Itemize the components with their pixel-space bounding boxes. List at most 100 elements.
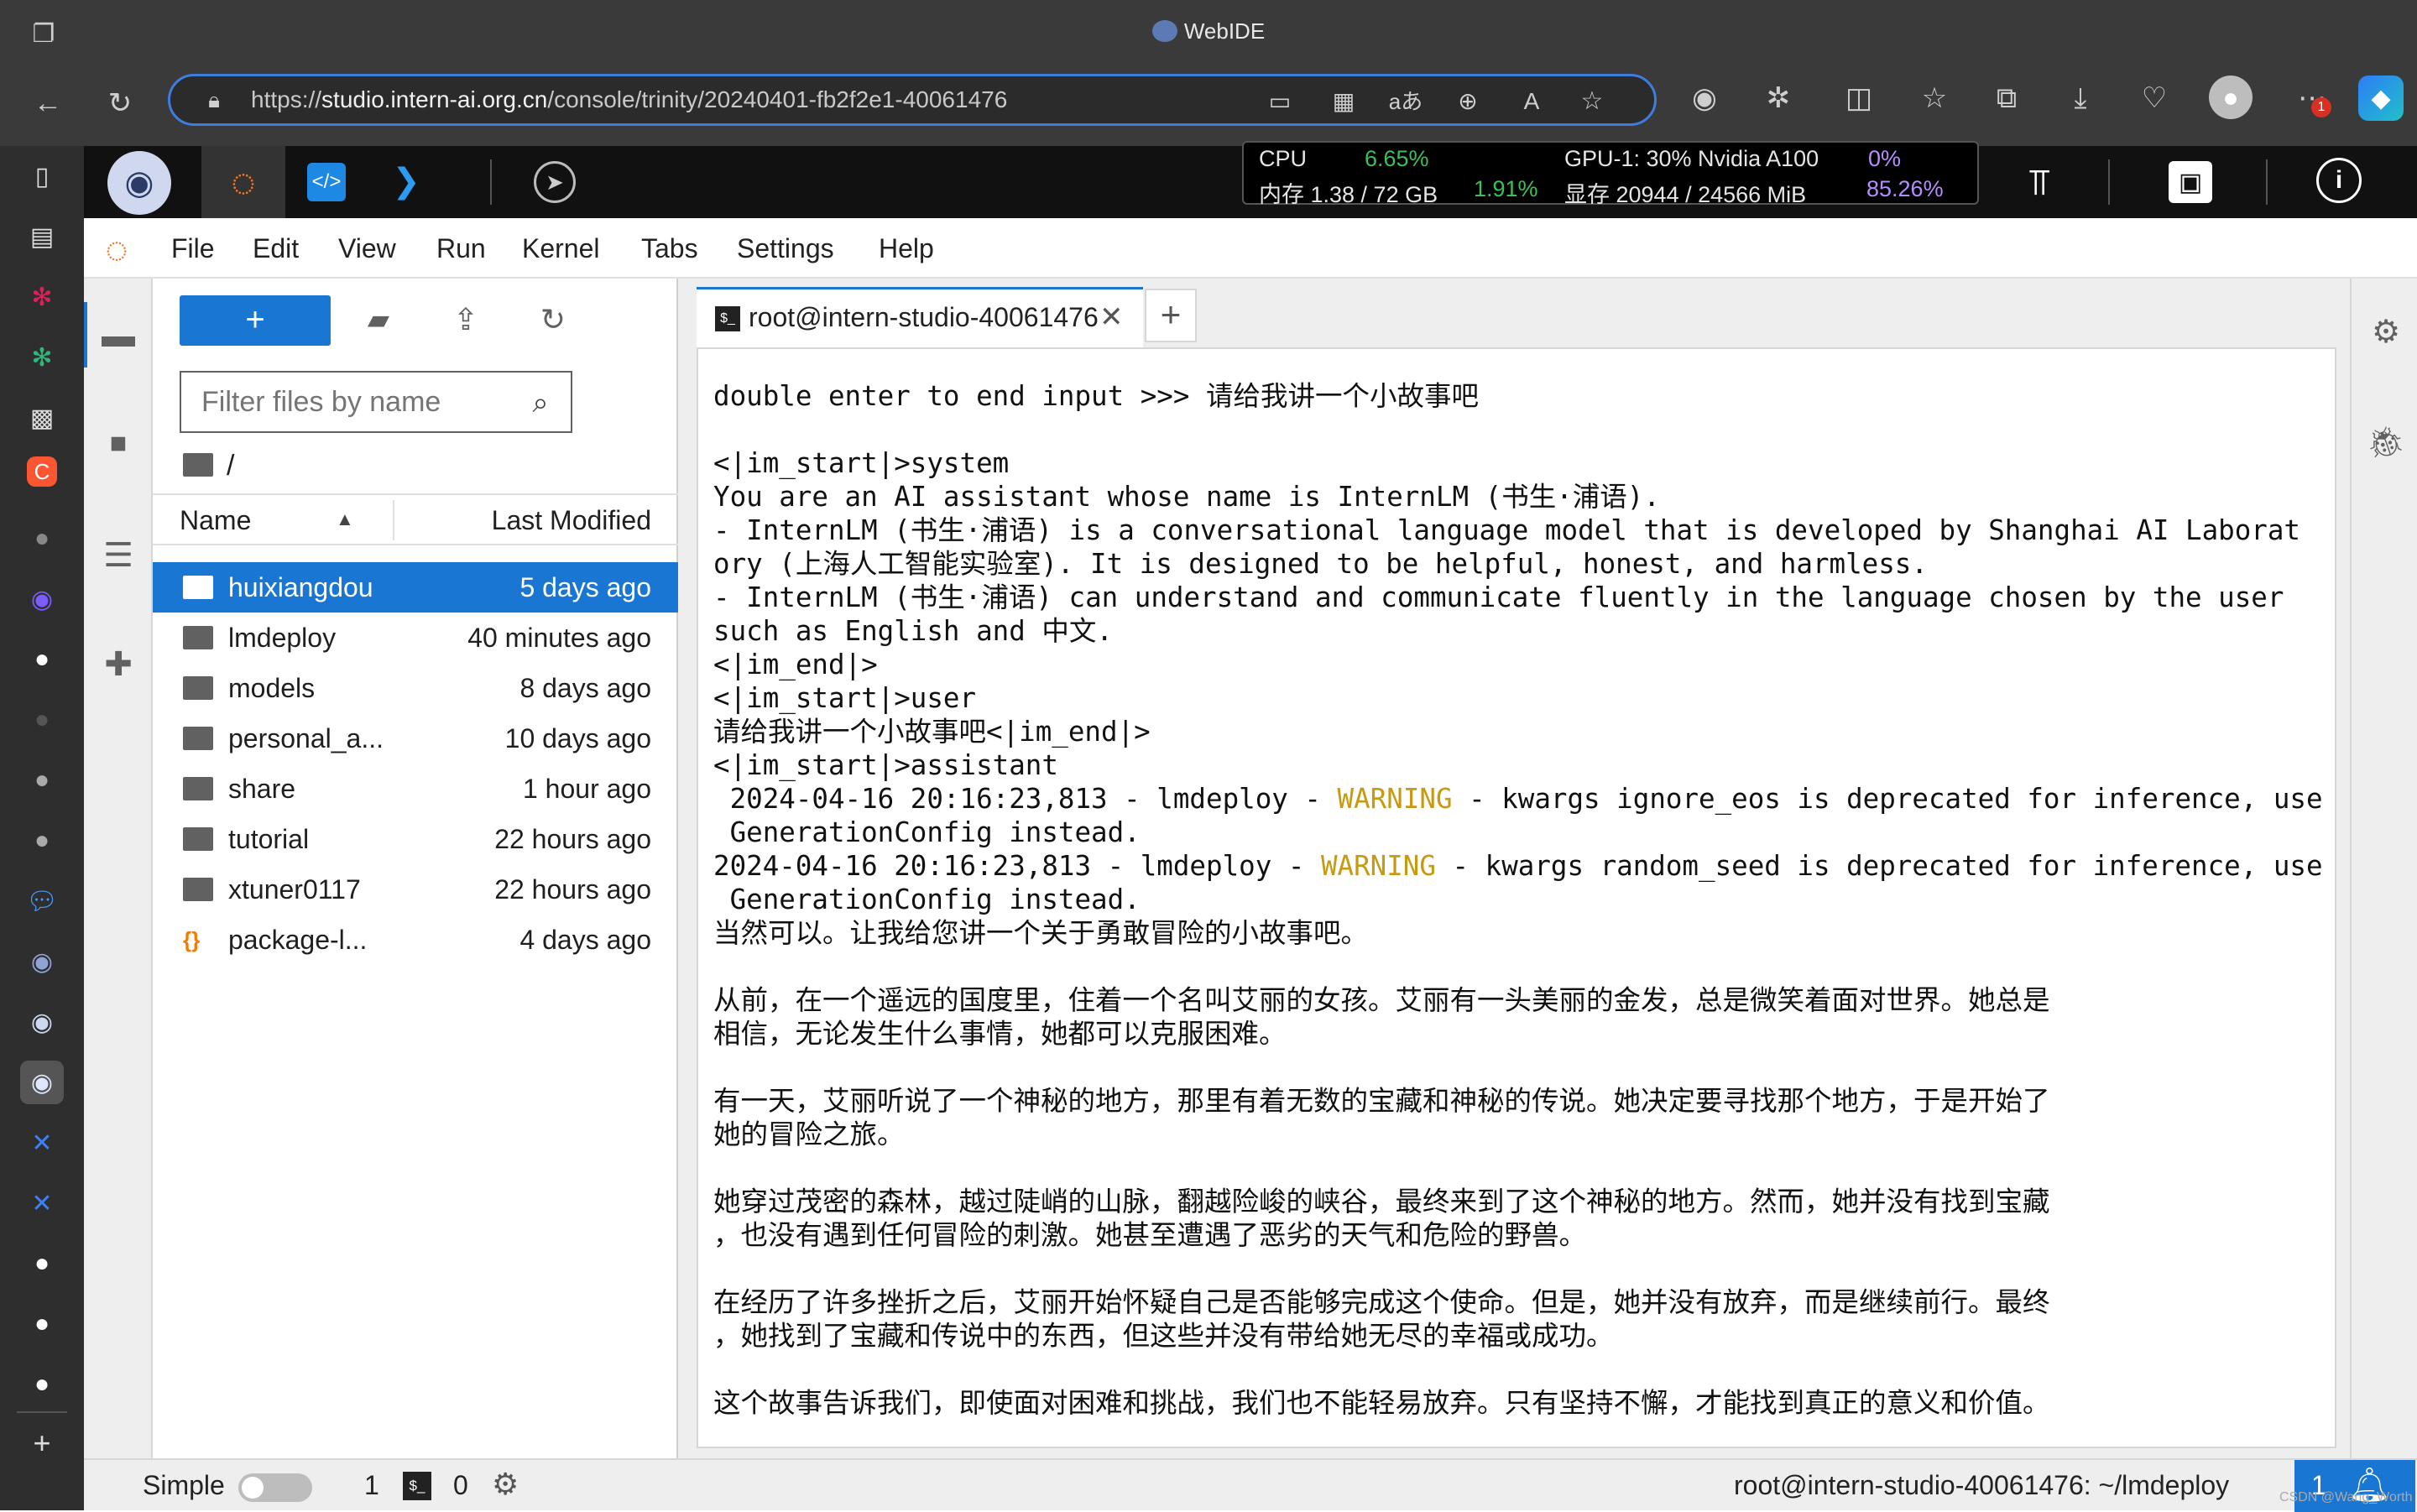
sort-ascending-icon[interactable]: ▲ xyxy=(336,508,354,530)
column-name-header[interactable]: Name xyxy=(180,505,251,536)
back-icon[interactable]: ← xyxy=(25,81,70,126)
collections-icon[interactable]: ⧉ xyxy=(1986,77,2028,119)
profile-avatar-icon[interactable]: ● xyxy=(2209,76,2253,119)
menu-file[interactable]: File xyxy=(171,233,215,264)
window-titlebar: ❐ WebIDE xyxy=(0,0,2417,67)
terminal-tab[interactable]: $_ root@intern-studio-40061476 ✕ xyxy=(697,287,1143,347)
terminal-count[interactable]: 0 xyxy=(453,1470,468,1501)
github-icon[interactable]: ● xyxy=(20,1302,64,1346)
github-icon[interactable]: ● xyxy=(20,638,64,681)
app-available-icon[interactable]: ▭ xyxy=(1261,83,1298,120)
file-list-item[interactable]: models 8 days ago xyxy=(153,663,678,713)
favorite-star-icon[interactable]: ☆ xyxy=(1574,83,1610,120)
reload-icon[interactable]: ↻ xyxy=(97,81,143,126)
file-list-item[interactable]: tutorial 22 hours ago xyxy=(153,814,678,864)
intern-logo-icon[interactable]: ◉ xyxy=(107,151,171,215)
zoom-icon[interactable]: ⊕ xyxy=(1449,83,1486,120)
listing-header: Name ▲ Last Modified xyxy=(153,493,678,545)
menu-tabs[interactable]: Tabs xyxy=(641,233,698,264)
github-icon[interactable]: ● xyxy=(20,698,64,742)
translate-icon[interactable]: aあ xyxy=(1387,83,1424,120)
right-activity-bar: ⚙ 🐞︎ xyxy=(2350,279,2417,1458)
kernel-count[interactable]: 1 xyxy=(364,1470,379,1501)
copilot-icon[interactable]: ◆ xyxy=(2358,76,2404,121)
file-browser-folder-icon[interactable]: ▬ xyxy=(84,305,153,366)
c-app-icon[interactable]: C xyxy=(27,456,57,487)
upload-icon[interactable]: ⇪ xyxy=(445,299,487,341)
terminal-line: ，也没有遇到任何冒险的刺激。她甚至遭遇了恶劣的天气和危险的野兽。 xyxy=(713,1219,1587,1251)
file-list-item[interactable]: {} package-l... 4 days ago xyxy=(153,915,678,965)
browser-essentials-icon[interactable]: ♡ xyxy=(2133,77,2175,119)
slack-icon[interactable]: ✻ xyxy=(20,275,64,319)
root-folder-icon[interactable] xyxy=(183,453,213,477)
search-icon: ⌕ xyxy=(532,386,549,419)
vscode-icon[interactable]: ❯ xyxy=(386,161,426,201)
file-list-item[interactable]: personal_a... 10 days ago xyxy=(153,713,678,764)
menu-edit[interactable]: Edit xyxy=(253,233,299,264)
info-icon[interactable]: i xyxy=(2316,158,2362,203)
table-of-contents-icon[interactable]: ☰ xyxy=(84,525,153,586)
qr-code-icon[interactable]: ▦ xyxy=(1325,83,1362,120)
debugger-bug-icon[interactable]: 🐞︎ xyxy=(2365,421,2407,463)
github-icon[interactable]: ● xyxy=(20,759,64,802)
discord-icon[interactable]: ◉ xyxy=(20,577,64,621)
column-divider[interactable] xyxy=(393,500,394,540)
add-tab-button[interactable]: + xyxy=(1145,289,1197,342)
github-icon[interactable]: ● xyxy=(20,1363,64,1406)
code-app-icon[interactable]: </> xyxy=(307,163,346,201)
new-launcher-button[interactable]: + xyxy=(180,295,331,346)
column-modified-header[interactable]: Last Modified xyxy=(492,505,651,536)
file-list-item[interactable]: lmdeploy 40 minutes ago xyxy=(153,613,678,663)
address-bar[interactable]: 🔒︎ https://studio.intern-ai.org.cn/conso… xyxy=(168,74,1657,126)
github-icon[interactable]: ● xyxy=(20,517,64,560)
intern-app-icon[interactable]: ◉ xyxy=(20,1000,64,1044)
warning-label: WARNING xyxy=(1337,783,1453,815)
file-name: huixiangdou xyxy=(228,572,373,602)
monitor-icon[interactable]: ▣ xyxy=(2169,161,2212,203)
github-icon[interactable]: ● xyxy=(20,819,64,863)
extension-avatar-icon[interactable]: ◉ xyxy=(1684,77,1725,119)
split-screen-icon[interactable]: ◫ xyxy=(1838,77,1880,119)
file-list-item[interactable]: xtuner0117 22 hours ago xyxy=(153,864,678,915)
compass-icon[interactable]: ➤ xyxy=(534,161,576,203)
file-list-item[interactable]: huixiangdou 5 days ago xyxy=(153,562,678,613)
close-tab-icon[interactable]: ✕ xyxy=(1099,289,1124,345)
terminal-path-status: root@intern-studio-40061476: ~/lmdeploy xyxy=(1734,1470,2230,1500)
menu-help[interactable]: Help xyxy=(879,233,934,264)
menu-settings[interactable]: Settings xyxy=(737,233,834,264)
extension-manager-icon[interactable]: ✚ xyxy=(84,634,153,695)
refresh-icon[interactable]: ↻ xyxy=(532,299,574,341)
extensions-icon[interactable]: ✲ xyxy=(1757,77,1799,119)
simple-mode-toggle[interactable] xyxy=(238,1473,312,1502)
downloads-icon[interactable]: ⤓ xyxy=(2059,77,2101,119)
running-kernels-icon[interactable]: ⏹ xyxy=(84,413,153,473)
intern-app-active-icon[interactable]: ◉ xyxy=(20,1061,64,1104)
tab-list-icon[interactable]: ▯ xyxy=(20,154,64,198)
x-app-icon[interactable]: ✕ xyxy=(20,1121,64,1165)
folder-icon xyxy=(183,878,213,901)
slack-icon[interactable]: ✻ xyxy=(20,336,64,379)
file-list-item[interactable]: share 1 hour ago xyxy=(153,764,678,814)
x-app-icon[interactable]: ✕ xyxy=(20,1181,64,1225)
file-name: xtuner0117 xyxy=(228,874,361,905)
menu-kernel[interactable]: Kernel xyxy=(522,233,600,264)
terminal-panel[interactable]: double enter to end input >>> 请给我讲一个小故事吧… xyxy=(697,347,2336,1448)
tensorboard-icon[interactable]: ⫪ xyxy=(2014,158,2065,208)
window-title: WebIDE xyxy=(0,18,2417,44)
workspace-icon[interactable]: ▤ xyxy=(20,215,64,258)
menu-view[interactable]: View xyxy=(338,233,396,264)
github-icon[interactable]: ● xyxy=(20,1242,64,1285)
menu-run[interactable]: Run xyxy=(436,233,486,264)
read-aloud-icon[interactable]: A xyxy=(1513,83,1550,120)
filter-files-input[interactable] xyxy=(180,371,572,433)
new-folder-icon[interactable]: ▰ xyxy=(358,299,399,341)
property-inspector-gears-icon[interactable]: ⚙ xyxy=(2365,310,2407,352)
app-icon[interactable]: ▩ xyxy=(20,396,64,440)
jupyter-app-icon[interactable]: ◌ xyxy=(201,146,285,218)
favorites-icon[interactable]: ☆ xyxy=(1913,77,1955,119)
add-site-icon[interactable]: + xyxy=(20,1421,64,1465)
intern-app-icon[interactable]: ◉ xyxy=(20,940,64,983)
chat-icon[interactable]: 💬︎ xyxy=(20,879,64,923)
breadcrumb-path[interactable]: / xyxy=(227,450,234,482)
